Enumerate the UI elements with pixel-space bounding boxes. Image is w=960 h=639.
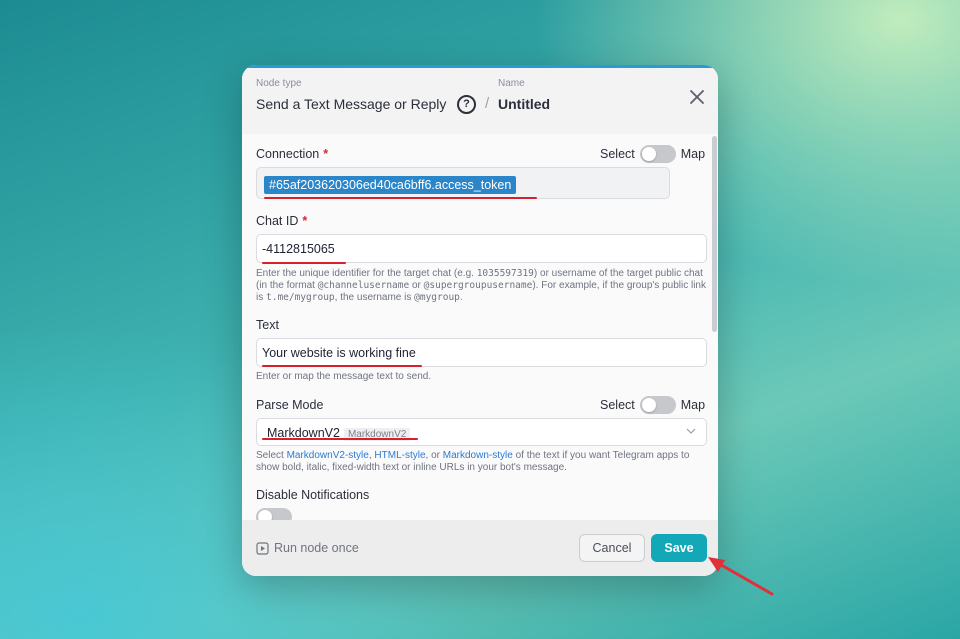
- help-code: @mygroup: [414, 292, 460, 303]
- chat-id-label-text: Chat ID: [256, 214, 299, 228]
- help-text: .: [459, 292, 463, 303]
- disable-notifications-toggle[interactable]: [256, 508, 292, 520]
- required-mark: *: [323, 147, 329, 161]
- help-code: @channelusername: [317, 280, 410, 291]
- text-input[interactable]: Your website is working fine: [256, 338, 707, 367]
- text-help: Enter or map the message text to send.: [256, 371, 432, 382]
- annotation-underline: [262, 262, 346, 264]
- chat-id-input[interactable]: -4112815065: [256, 234, 707, 263]
- scrollbar-thumb[interactable]: [712, 136, 717, 332]
- breadcrumb-separator: /: [485, 95, 490, 112]
- node-type-value: Send a Text Message or Reply: [256, 96, 447, 112]
- close-icon[interactable]: [688, 88, 706, 106]
- name-label: Name: [498, 78, 525, 89]
- help-text: , the username is: [334, 292, 415, 303]
- help-text: Enter the unique identifier for the targ…: [256, 268, 477, 279]
- toggle-map-label: Map: [680, 147, 706, 161]
- save-button[interactable]: Save: [651, 534, 707, 562]
- chevron-down-icon[interactable]: [686, 426, 696, 436]
- connection-label: Connection *: [256, 147, 328, 161]
- connection-select-map-toggle[interactable]: Select Map: [600, 145, 705, 163]
- markdown-style-link[interactable]: Markdown-style: [443, 450, 513, 461]
- toggle-map-label: Map: [680, 398, 706, 412]
- dialog-header: Node type Send a Text Message or Reply ?…: [242, 68, 718, 134]
- help-text: Select: [256, 450, 287, 461]
- toggle-select-label: Select: [600, 147, 635, 161]
- annotation-underline: [262, 438, 418, 440]
- markdownv2-style-link[interactable]: MarkdownV2-style: [287, 450, 369, 461]
- chat-id-value: -4112815065: [262, 242, 335, 256]
- connection-label-text: Connection: [256, 147, 320, 161]
- switch-knob: [258, 510, 272, 520]
- dialog-footer: Run node once Cancel Save: [242, 520, 718, 576]
- connection-select[interactable]: #65af203620306ed40ca6bff6.access_token: [256, 167, 670, 199]
- disable-notifications-label: Disable Notifications: [256, 488, 370, 502]
- help-text: or: [409, 280, 424, 291]
- annotation-arrow-icon: [708, 557, 774, 596]
- select-map-switch[interactable]: [639, 396, 676, 414]
- parse-mode-help: Select MarkdownV2-style, HTML-style, or …: [256, 450, 708, 474]
- help-code: t.me/mygroup: [266, 292, 335, 303]
- help-code: 1035597319: [476, 268, 534, 279]
- help-icon[interactable]: ?: [457, 95, 476, 114]
- node-name[interactable]: Untitled: [498, 96, 550, 112]
- run-node-once-button[interactable]: Run node once: [256, 541, 359, 555]
- help-text: , or: [425, 450, 443, 461]
- chat-id-help: Enter the unique identifier for the targ…: [256, 268, 708, 304]
- chat-id-label: Chat ID *: [256, 214, 307, 228]
- node-type-label: Node type: [256, 78, 302, 89]
- cancel-button[interactable]: Cancel: [579, 534, 645, 562]
- annotation-underline: [262, 365, 422, 367]
- parse-mode-select[interactable]: MarkdownV2 MarkdownV2: [256, 418, 707, 446]
- text-label: Text: [256, 318, 279, 332]
- play-icon: [256, 541, 269, 555]
- node-settings-dialog: Node type Send a Text Message or Reply ?…: [242, 65, 718, 576]
- parse-mode-select-map-toggle[interactable]: Select Map: [600, 396, 705, 414]
- text-value: Your website is working fine: [262, 346, 416, 360]
- connection-token: #65af203620306ed40ca6bff6.access_token: [264, 176, 517, 194]
- toggle-select-label: Select: [600, 398, 635, 412]
- help-code: @supergroupusername: [423, 280, 533, 291]
- annotation-underline: [264, 197, 537, 199]
- parse-mode-label: Parse Mode: [256, 398, 324, 412]
- switch-knob: [641, 398, 656, 412]
- run-node-once-label: Run node once: [274, 541, 359, 555]
- dialog-body: Connection * Select Map #65af203620306ed4…: [242, 134, 718, 520]
- html-style-link[interactable]: HTML-style: [374, 450, 425, 461]
- required-mark: *: [302, 214, 308, 228]
- switch-knob: [641, 147, 656, 161]
- select-map-switch[interactable]: [639, 145, 676, 163]
